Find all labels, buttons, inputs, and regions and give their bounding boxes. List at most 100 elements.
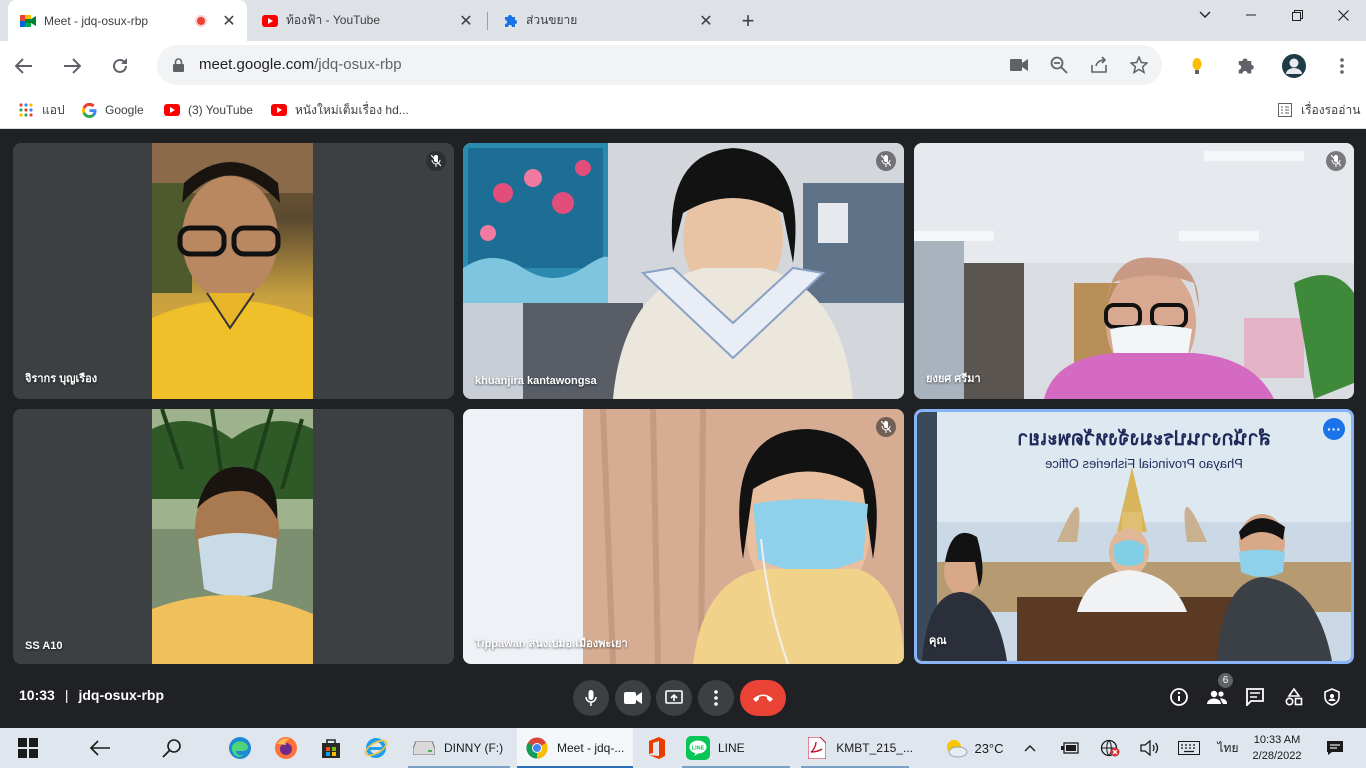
recording-indicator-icon [197, 16, 205, 25]
close-tab-icon[interactable]: ✕ [696, 11, 716, 31]
clock-time: 10:33 AM [1253, 734, 1301, 746]
tab-youtube[interactable]: ท้องฟ้า - YouTube ✕ [250, 0, 484, 41]
battery-icon[interactable] [1058, 728, 1082, 768]
bookmark-label: Google [105, 103, 144, 117]
tab-title: ท้องฟ้า - YouTube [286, 13, 381, 27]
extensions-puzzle-icon[interactable] [1233, 54, 1257, 78]
microphone-button[interactable] [573, 680, 609, 716]
system-clock[interactable]: 10:33 AM 2/28/2022 [1246, 732, 1308, 764]
tab-separator [487, 12, 488, 30]
extension-bulb-icon[interactable] [1185, 54, 1209, 78]
bookmark-star-icon[interactable] [1127, 53, 1151, 77]
tab-search-chevron-icon[interactable] [1182, 0, 1228, 30]
taskbar-app-line[interactable]: LINE LINE [678, 728, 794, 768]
self-tile-more-options-button[interactable]: ··· [1323, 418, 1345, 440]
chrome-menu-icon[interactable] [1330, 54, 1354, 78]
participant-tile[interactable]: ยงยศ ศรีมา [914, 143, 1354, 399]
url-path: /jdq-osux-rbp [314, 56, 402, 73]
participant-tile[interactable]: จิรากร บุญเรือง [13, 143, 454, 399]
bookmark-label: (3) YouTube [188, 103, 253, 117]
reading-list-icon [1277, 102, 1293, 118]
more-options-button[interactable] [698, 680, 734, 716]
minimize-button[interactable] [1228, 0, 1274, 30]
bookmark-youtube[interactable]: (3) YouTube [164, 101, 253, 119]
camera-in-use-icon[interactable] [1007, 53, 1031, 77]
chat-icon[interactable] [1242, 684, 1268, 710]
address-bar[interactable]: meet.google.com/jdq-osux-rbp [157, 45, 1162, 85]
taskbar-app-label: KMBT_215_... [836, 741, 913, 755]
taskbar-app-chrome[interactable]: Meet - jdq-... [517, 728, 633, 768]
extension-puzzle-icon [502, 13, 518, 29]
host-controls-icon[interactable] [1319, 684, 1345, 710]
internet-explorer-icon[interactable] [354, 728, 398, 768]
drive-icon [412, 736, 436, 760]
bookmark-movies[interactable]: หนังใหม่เต็มเรื่อง hd... [271, 101, 409, 119]
network-disconnected-icon[interactable] [1098, 728, 1122, 768]
taskbar-app-drive[interactable]: DINNY (F:) [404, 728, 514, 768]
activities-icon[interactable] [1281, 684, 1307, 710]
lock-icon[interactable] [173, 58, 184, 77]
forward-button[interactable] [56, 50, 88, 82]
new-tab-button[interactable]: + [735, 8, 761, 34]
participant-tile[interactable]: khuanjira kantawongsa [463, 143, 904, 399]
start-button[interactable] [6, 728, 50, 768]
apps-grid-icon [18, 102, 34, 118]
restore-button[interactable] [1274, 0, 1320, 30]
taskbar-app-label: DINNY (F:) [444, 741, 504, 755]
present-screen-button[interactable] [656, 680, 692, 716]
participant-name: คุณ [929, 635, 947, 647]
camera-button[interactable] [615, 680, 651, 716]
participant-video [914, 143, 1354, 399]
mic-off-icon [426, 151, 446, 171]
participant-name: ยงยศ ศรีมา [926, 373, 981, 385]
keyboard-icon[interactable] [1176, 728, 1202, 768]
self-participant-tile[interactable]: สำนักงานประมงจังหวัดพะเยา Phayao Provinc… [914, 409, 1354, 664]
bookmark-apps[interactable]: แอป [18, 101, 65, 119]
browser-toolbar: meet.google.com/jdq-osux-rbp [0, 41, 1366, 90]
back-arrow-icon[interactable] [78, 728, 122, 768]
tab-extensions[interactable]: ส่วนขยาย ✕ [490, 0, 724, 41]
tab-title: ส่วนขยาย [526, 13, 578, 27]
store-icon[interactable] [309, 728, 353, 768]
reload-button[interactable] [104, 50, 136, 82]
participant-tile[interactable]: SS A10 [13, 409, 454, 664]
meeting-info-icon[interactable] [1166, 684, 1192, 710]
pdf-icon [805, 736, 828, 760]
sign-thai-text: สำนักงานประมงจังหวัดพะเยา [1017, 428, 1271, 450]
meet-control-bar: 10:33 | jdq-osux-rbp 6 [0, 668, 1366, 728]
leave-call-button[interactable] [740, 680, 786, 716]
search-icon[interactable] [150, 728, 194, 768]
back-button[interactable] [8, 50, 40, 82]
windows-taskbar: DINNY (F:) Meet - jdq-... LINE LINE KMBT… [0, 728, 1366, 768]
edge-icon[interactable] [218, 728, 262, 768]
tab-strip: Meet - jdq-osux-rbp ✕ ท้องฟ้า - YouTube … [0, 0, 1366, 41]
close-tab-icon[interactable]: ✕ [219, 11, 239, 31]
reading-list-button[interactable]: เรื่องรออ่าน [1277, 101, 1360, 119]
profile-avatar-icon[interactable] [1282, 54, 1306, 78]
participant-video [463, 143, 904, 399]
zoom-icon[interactable] [1047, 53, 1071, 77]
close-tab-icon[interactable]: ✕ [456, 11, 476, 31]
show-hidden-icons-chevron[interactable] [1018, 728, 1042, 768]
input-language[interactable]: ไทย [1214, 728, 1242, 768]
notifications-icon[interactable] [1320, 728, 1350, 768]
office-icon[interactable] [636, 728, 676, 768]
participant-tile[interactable]: Tippawan สนง.ปมอ.เมืองพะเยา [463, 409, 904, 664]
taskbar-app-label: Meet - jdq-... [557, 741, 625, 755]
reading-list-label: เรื่องรออ่าน [1301, 102, 1361, 117]
volume-icon[interactable] [1138, 728, 1162, 768]
tab-meet[interactable]: Meet - jdq-osux-rbp ✕ [8, 0, 247, 41]
bookmark-label: หนังใหม่เต็มเรื่อง hd... [295, 102, 409, 117]
mic-off-icon [876, 417, 896, 437]
taskbar-app-pdf[interactable]: KMBT_215_... [797, 728, 913, 768]
bookmark-google[interactable]: Google [81, 101, 144, 119]
line-icon: LINE [686, 736, 710, 760]
weather-icon [947, 740, 968, 758]
self-video: สำนักงานประมงจังหวัดพะเยา Phayao Provinc… [917, 412, 1351, 661]
firefox-icon[interactable] [264, 728, 308, 768]
close-window-button[interactable] [1320, 0, 1366, 30]
participant-name: khuanjira kantawongsa [475, 375, 597, 387]
weather-widget[interactable]: 23°C [933, 728, 1013, 768]
bookmark-label: แอป [42, 102, 65, 117]
share-icon[interactable] [1087, 53, 1111, 77]
